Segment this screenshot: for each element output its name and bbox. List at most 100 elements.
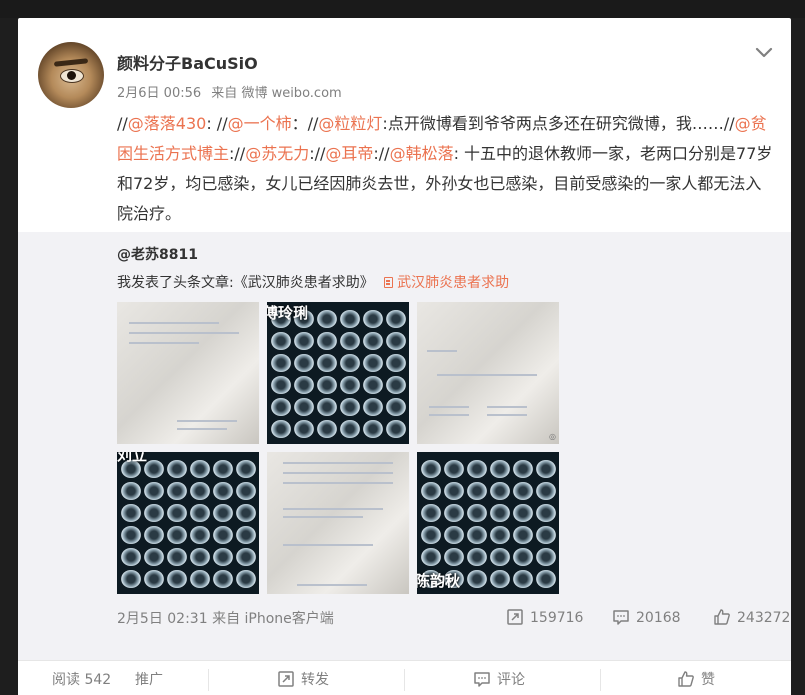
ct-slice: [213, 548, 233, 566]
mention-link[interactable]: @韩松落: [390, 144, 454, 163]
ct-slice: [444, 548, 464, 566]
ct-slice: [386, 376, 406, 394]
read-value: 542: [84, 672, 112, 688]
ct-slice: [513, 482, 533, 500]
image-thumb-ct-scan[interactable]: 陈韵秋: [417, 452, 559, 594]
ct-slice: [444, 526, 464, 544]
repost-username[interactable]: @老苏8811: [117, 244, 198, 264]
mention-link[interactable]: @苏无力: [245, 144, 309, 163]
ct-slice: [386, 420, 406, 438]
ct-slice: [421, 504, 441, 522]
repost-source[interactable]: iPhone客户端: [245, 611, 334, 627]
ct-slice: [236, 460, 256, 478]
mention-link[interactable]: @一个柿: [228, 114, 292, 133]
ct-slice: [213, 526, 233, 544]
ct-slice: [467, 504, 487, 522]
ct-slice: [513, 460, 533, 478]
ct-slice: [213, 460, 233, 478]
comment-button[interactable]: 评论: [473, 669, 525, 689]
image-thumb-document[interactable]: ◎: [417, 302, 559, 444]
ct-slice: [513, 570, 533, 588]
avatar-pupil: [67, 71, 76, 80]
ct-slice: [271, 354, 291, 372]
ct-patient-label: 陈韵秋: [417, 572, 461, 590]
ct-slice: [213, 504, 233, 522]
ct-slice: [444, 504, 464, 522]
ct-slice: [121, 526, 141, 544]
like-count: 243272: [737, 610, 791, 626]
ct-slice: [271, 376, 291, 394]
ct-slice: [121, 548, 141, 566]
ct-slice: [536, 570, 556, 588]
ct-slice: [236, 482, 256, 500]
ct-slice: [340, 354, 360, 372]
ct-slice: [467, 482, 487, 500]
promote-button[interactable]: 推广: [135, 669, 163, 689]
ct-slice: [144, 482, 164, 500]
ct-slice: [340, 376, 360, 394]
image-thumb-ct-scan[interactable]: 傅玲琍: [267, 302, 409, 444]
repost-count: 159716: [530, 610, 584, 626]
ct-slice: [363, 332, 383, 350]
article-link[interactable]: 武汉肺炎患者求助: [384, 275, 509, 291]
ct-slice: [167, 526, 187, 544]
content-text: ://: [309, 144, 326, 163]
ct-slice: [536, 526, 556, 544]
ct-slice: [444, 482, 464, 500]
mention-link[interactable]: @落落430: [128, 114, 207, 133]
ct-slice: [421, 526, 441, 544]
comment-count-stat[interactable]: 20168: [612, 608, 681, 626]
ct-slice: [121, 570, 141, 588]
post-username[interactable]: 颜料分子BaCuSiO: [117, 50, 258, 74]
post-source[interactable]: 微博 weibo.com: [241, 86, 341, 101]
image-thumb-document[interactable]: [267, 452, 409, 594]
ct-slice: [271, 398, 291, 416]
ct-slice: [213, 570, 233, 588]
ct-slice: [317, 420, 337, 438]
like-count-stat[interactable]: 243272: [713, 608, 790, 626]
repost-count-stat[interactable]: 159716: [506, 608, 583, 626]
repost-icon: [278, 671, 294, 687]
ct-slice: [536, 482, 556, 500]
avatar[interactable]: [38, 42, 104, 108]
ct-slice: [294, 354, 314, 372]
image-thumb-document[interactable]: [117, 302, 259, 444]
ct-slice: [167, 482, 187, 500]
comment-count: 20168: [636, 610, 681, 626]
ct-slice: [421, 460, 441, 478]
read-count: 阅读 542: [52, 669, 111, 689]
ct-slice: [363, 310, 383, 328]
ct-slice: [271, 420, 291, 438]
like-button[interactable]: 赞: [677, 669, 715, 689]
ct-slice: [386, 354, 406, 372]
comment-icon: [613, 610, 629, 625]
ct-slice: [317, 354, 337, 372]
mention-link[interactable]: @耳帝: [325, 144, 373, 163]
ct-slice: [236, 526, 256, 544]
divider: [600, 669, 601, 691]
ct-slice: [190, 548, 210, 566]
like-icon: [678, 671, 694, 687]
ct-slice: [121, 482, 141, 500]
ct-slice: [121, 504, 141, 522]
post-date[interactable]: 2月6日 00:56: [117, 86, 201, 101]
ct-slice: [513, 526, 533, 544]
repost-button-label: 转发: [301, 672, 329, 688]
mention-link[interactable]: @粒粒灯: [318, 114, 382, 133]
ct-slice: [317, 398, 337, 416]
repost-button[interactable]: 转发: [277, 669, 329, 689]
repost-time[interactable]: 2月5日 02:31: [117, 611, 208, 627]
ct-slice: [317, 332, 337, 350]
chevron-down-icon[interactable]: [754, 42, 774, 62]
ct-slice: [490, 504, 510, 522]
like-button-label: 赞: [701, 672, 715, 688]
post-content: //@落落430: //@一个柿：//@粒粒灯:点开微博看到爷爷两点多还在研究微…: [117, 109, 777, 229]
read-label: 阅读: [52, 672, 80, 688]
content-text: ：//: [291, 114, 319, 133]
image-thumb-ct-scan[interactable]: 刘立: [117, 452, 259, 594]
comment-icon: [474, 672, 490, 687]
repost-time-row: 2月5日 02:31 来自 iPhone客户端: [117, 608, 334, 628]
ct-slice: [167, 460, 187, 478]
ct-slice: [513, 504, 533, 522]
ct-slice: [236, 570, 256, 588]
